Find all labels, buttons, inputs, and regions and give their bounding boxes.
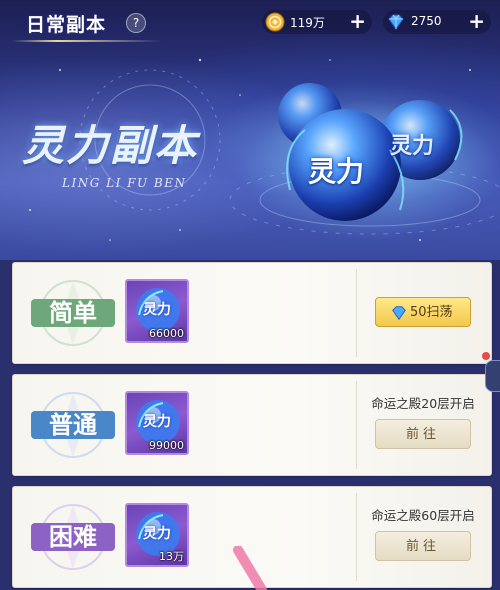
go-button[interactable]: 前往 [375,531,471,561]
help-button[interactable]: ? [126,13,146,33]
difficulty-label: 简单 [49,298,97,327]
difficulty-label: 困难 [49,522,97,551]
reward-item-name: 灵力 [143,526,171,542]
reward-item-name: 灵力 [143,414,171,430]
add-gem-button[interactable]: + [468,11,485,31]
page-title: 日常副本 [26,14,107,36]
notification-dot [482,352,490,360]
orb-front-label: 灵力 [308,155,365,188]
dungeon-logo-subtitle: LING LI FU BEN [62,176,187,190]
diamond-icon [392,306,406,321]
diamond-icon [388,14,404,30]
go-button[interactable]: 前往 [375,419,471,449]
reward-count: 66000 [149,327,184,340]
side-drawer-handle[interactable] [485,360,500,392]
reward-item[interactable]: 灵力 13万 [125,503,189,567]
row-divider [356,381,357,469]
orb-back-label: 灵力 [390,133,435,159]
title-underline [12,40,162,42]
sweep-button-label: 50扫荡 [410,305,453,320]
gem-amount: 2750 [411,14,442,28]
dungeon-row-normal: 普通 灵力 99000 命运之殿20层开启 前往 [12,374,492,476]
row-divider [356,269,357,357]
spirit-orb-icon [278,83,463,221]
gold-currency: 119万 + [262,10,372,34]
gem-currency: 2750 + [383,10,491,34]
sweep-button[interactable]: 50扫荡 [375,297,471,327]
banner: 日常副本 ? 119万 + 2750 + 灵力副本 LING LI FU BEN [0,0,500,260]
row-divider [356,493,357,581]
reward-item[interactable]: 灵力 99000 [125,391,189,455]
coin-icon [265,12,285,32]
dungeon-row-easy: 简单 灵力 66000 50扫荡 [12,262,492,364]
reward-count: 99000 [149,439,184,452]
add-gold-button[interactable]: + [349,11,366,31]
gold-amount: 119万 [290,16,325,30]
reward-item[interactable]: 灵力 66000 [125,279,189,343]
spirit-orbs-art: 灵力 灵力 [250,70,490,260]
dungeon-logo-title: 灵力副本 [22,121,199,170]
reward-count: 13万 [159,550,184,563]
unlock-requirement: 命运之殿60层开启 [371,508,475,523]
difficulty-label: 普通 [49,410,97,439]
reward-item-name: 灵力 [143,302,171,318]
unlock-requirement: 命运之殿20层开启 [371,396,475,411]
top-bar: 日常副本 ? 119万 + 2750 + [0,0,500,44]
swipe-gesture-indicator [233,546,267,590]
